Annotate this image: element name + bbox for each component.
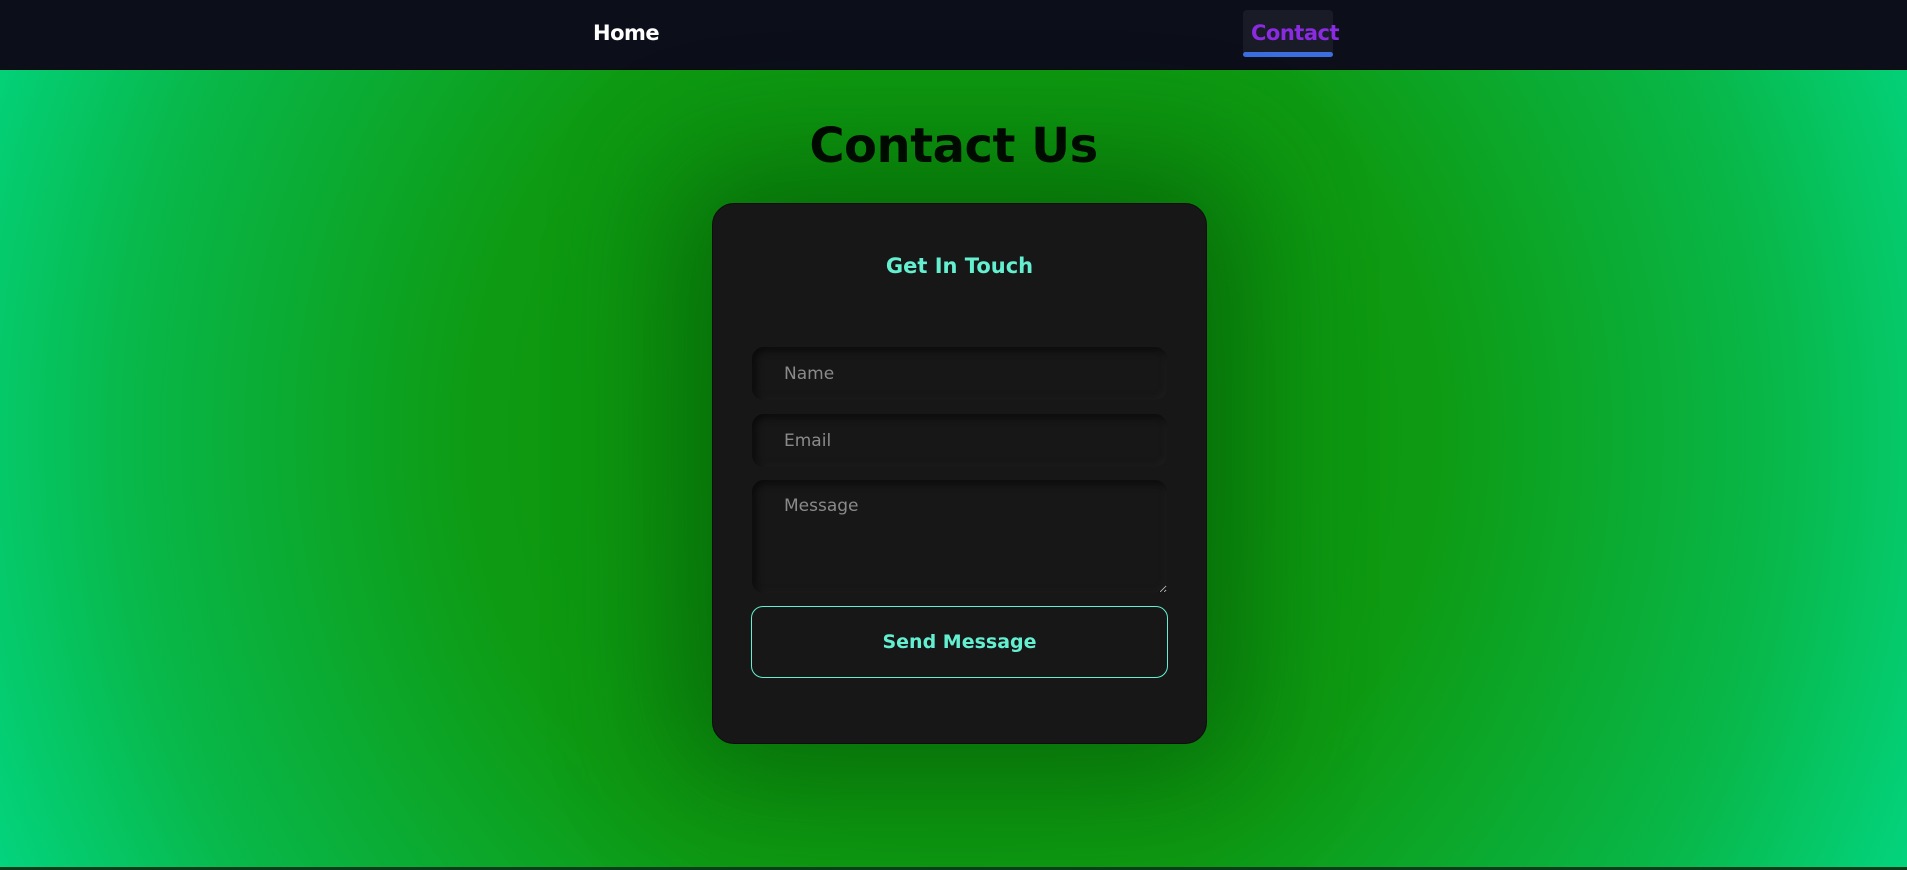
send-message-button[interactable]: Send Message <box>751 606 1168 678</box>
nav-link-home[interactable]: Home <box>585 10 667 56</box>
top-navbar: Home Contact <box>0 0 1907 70</box>
page-title: Contact Us <box>809 118 1098 174</box>
form-heading: Get In Touch <box>885 254 1034 278</box>
name-input[interactable] <box>752 347 1167 400</box>
email-input[interactable] <box>752 414 1167 467</box>
active-nav-indicator <box>1243 52 1333 57</box>
message-textarea[interactable] <box>752 480 1167 593</box>
contact-form-card: Get In Touch Send Message <box>712 203 1207 744</box>
nav-link-contact[interactable]: Contact <box>1243 10 1340 56</box>
